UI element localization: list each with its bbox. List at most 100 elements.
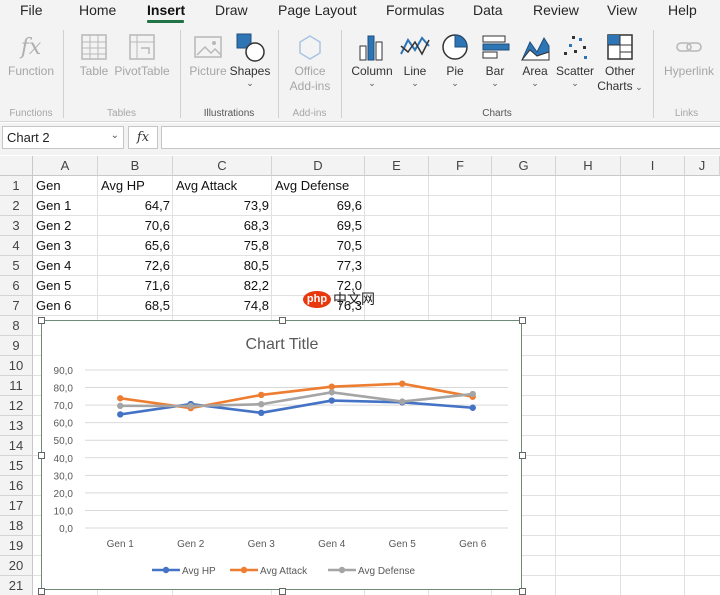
row-header-21[interactable]: 21 <box>0 576 33 595</box>
formula-bar: Chart 2 ⌄ fx <box>0 123 720 155</box>
tab-insert[interactable]: Insert <box>147 2 185 18</box>
pivottable-button[interactable]: PivotTable <box>114 30 170 79</box>
cell-a4[interactable]: Gen 3 <box>33 236 98 256</box>
cell-c7[interactable]: 74,8 <box>173 296 272 316</box>
data-point <box>328 389 335 396</box>
cell-b2[interactable]: 64,7 <box>98 196 173 216</box>
column-header-g[interactable]: G <box>492 156 556 176</box>
cell-c1[interactable]: Avg Attack <box>173 176 272 196</box>
table-button[interactable]: Table <box>74 30 114 79</box>
row-header-17[interactable]: 17 <box>0 496 33 516</box>
name-box[interactable]: Chart 2 ⌄ <box>2 126 124 149</box>
other-charts-button[interactable]: Other Charts ⌄ <box>597 30 643 94</box>
tab-formulas[interactable]: Formulas <box>386 2 444 18</box>
cell-c2[interactable]: 73,9 <box>173 196 272 216</box>
row-header-4[interactable]: 4 <box>0 236 33 256</box>
area-chart-button[interactable]: Area ⌄ <box>516 30 554 88</box>
row-header-12[interactable]: 12 <box>0 396 33 416</box>
cell-a5[interactable]: Gen 4 <box>33 256 98 276</box>
column-header-j[interactable]: J <box>685 156 720 176</box>
row-header-7[interactable]: 7 <box>0 296 33 316</box>
row-header-10[interactable]: 10 <box>0 356 33 376</box>
row-header-19[interactable]: 19 <box>0 536 33 556</box>
cell-a1[interactable]: Gen <box>33 176 98 196</box>
scatter-chart-button[interactable]: Scatter ⌄ <box>555 30 595 88</box>
row-header-11[interactable]: 11 <box>0 376 33 396</box>
formula-input[interactable] <box>161 126 720 149</box>
cell-a7[interactable]: Gen 6 <box>33 296 98 316</box>
cell-d1[interactable]: Avg Defense <box>272 176 365 196</box>
tab-page-layout[interactable]: Page Layout <box>278 2 357 18</box>
cell-c4[interactable]: 75,8 <box>173 236 272 256</box>
bar-chart-button[interactable]: Bar ⌄ <box>476 30 514 88</box>
picture-button[interactable]: Picture <box>188 30 228 79</box>
tab-home[interactable]: Home <box>79 2 116 18</box>
resize-handle[interactable] <box>278 588 286 595</box>
tab-review[interactable]: Review <box>533 2 579 18</box>
resize-handle[interactable] <box>519 452 526 459</box>
insert-function-button[interactable]: fx <box>128 126 158 149</box>
resize-handle[interactable] <box>38 588 45 595</box>
resize-handle[interactable] <box>38 317 45 324</box>
cell-c5[interactable]: 80,5 <box>173 256 272 276</box>
pie-chart-button[interactable]: Pie ⌄ <box>436 30 474 88</box>
column-header-f[interactable]: F <box>429 156 492 176</box>
column-chart-button[interactable]: Column ⌄ <box>349 30 395 88</box>
row-header-2[interactable]: 2 <box>0 196 33 216</box>
row-header-14[interactable]: 14 <box>0 436 33 456</box>
gridline <box>620 176 621 595</box>
column-header-a[interactable]: A <box>33 156 98 176</box>
cell-d4[interactable]: 70,5 <box>272 236 365 256</box>
cell-b7[interactable]: 68,5 <box>98 296 173 316</box>
row-header-20[interactable]: 20 <box>0 556 33 576</box>
column-header-h[interactable]: H <box>556 156 621 176</box>
row-header-3[interactable]: 3 <box>0 216 33 236</box>
cell-b5[interactable]: 72,6 <box>98 256 173 276</box>
column-header-c[interactable]: C <box>173 156 272 176</box>
resize-handle[interactable] <box>519 588 526 595</box>
cell-b4[interactable]: 65,6 <box>98 236 173 256</box>
column-header-b[interactable]: B <box>98 156 173 176</box>
row-header-1[interactable]: 1 <box>0 176 33 196</box>
row-header-8[interactable]: 8 <box>0 316 33 336</box>
cell-a3[interactable]: Gen 2 <box>33 216 98 236</box>
resize-handle[interactable] <box>278 317 286 324</box>
tab-help[interactable]: Help <box>668 2 697 18</box>
row-header-5[interactable]: 5 <box>0 256 33 276</box>
function-button[interactable]: fx Function <box>6 30 56 79</box>
resize-handle[interactable] <box>38 452 45 459</box>
chevron-down-icon[interactable]: ⌄ <box>111 130 119 141</box>
tab-file[interactable]: File <box>20 2 43 18</box>
row-header-15[interactable]: 15 <box>0 456 33 476</box>
cell-d2[interactable]: 69,6 <box>272 196 365 216</box>
cell-d5[interactable]: 77,3 <box>272 256 365 276</box>
select-all-corner[interactable] <box>0 156 33 176</box>
hyperlink-button[interactable]: Hyperlink <box>660 30 718 79</box>
cell-c6[interactable]: 82,2 <box>173 276 272 296</box>
office-addins-button[interactable]: Office Add-ins <box>285 30 335 94</box>
row-header-13[interactable]: 13 <box>0 416 33 436</box>
cell-b6[interactable]: 71,6 <box>98 276 173 296</box>
cell-b3[interactable]: 70,6 <box>98 216 173 236</box>
picture-icon <box>188 30 228 64</box>
cell-a6[interactable]: Gen 5 <box>33 276 98 296</box>
row-header-9[interactable]: 9 <box>0 336 33 356</box>
row-header-18[interactable]: 18 <box>0 516 33 536</box>
line-chart[interactable]: Chart Title 0,0 10,0 20,0 30,0 40,0 50,0 60,0 70… <box>41 320 522 590</box>
resize-handle[interactable] <box>519 317 526 324</box>
cell-d3[interactable]: 69,5 <box>272 216 365 236</box>
column-header-d[interactable]: D <box>272 156 365 176</box>
line-chart-button[interactable]: Line ⌄ <box>396 30 434 88</box>
tab-data[interactable]: Data <box>473 2 503 18</box>
row-header-16[interactable]: 16 <box>0 476 33 496</box>
column-header-i[interactable]: I <box>621 156 685 176</box>
shapes-button[interactable]: Shapes ⌄ <box>229 30 271 88</box>
cell-c3[interactable]: 68,3 <box>173 216 272 236</box>
cell-a2[interactable]: Gen 1 <box>33 196 98 216</box>
data-point <box>258 391 265 399</box>
cell-b1[interactable]: Avg HP <box>98 176 173 196</box>
tab-draw[interactable]: Draw <box>215 2 248 18</box>
column-header-e[interactable]: E <box>365 156 429 176</box>
tab-view[interactable]: View <box>607 2 637 18</box>
row-header-6[interactable]: 6 <box>0 276 33 296</box>
